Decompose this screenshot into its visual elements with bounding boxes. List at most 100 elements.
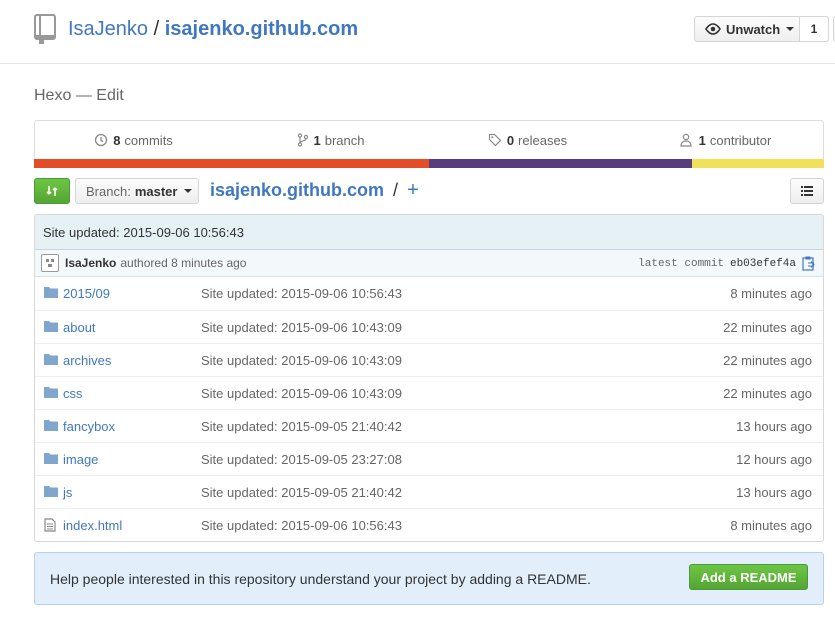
file-name-link[interactable]: 2015/09 <box>63 286 110 301</box>
releases-count: 0 <box>506 132 515 148</box>
repo-title-separator: / <box>153 18 160 40</box>
commits-label: commits <box>124 132 173 148</box>
unwatch-button[interactable]: Unwatch <box>694 16 800 42</box>
file-age: 22 minutes ago <box>723 385 812 401</box>
releases-label: releases <box>518 132 568 148</box>
file-commit-message[interactable]: Site updated: 2015-09-06 10:56:43 <box>201 518 402 533</box>
file-age: 8 minutes ago <box>730 517 812 533</box>
branches-count: 1 <box>313 132 321 148</box>
file-name-link[interactable]: image <box>63 452 98 467</box>
file-name-link[interactable]: archives <box>63 353 111 368</box>
branch-name: master <box>134 183 178 199</box>
latest-commit-message[interactable]: Site updated: 2015-09-06 10:56:43 <box>35 215 823 250</box>
file-commit-message[interactable]: Site updated: 2015-09-05 21:40:42 <box>201 419 402 434</box>
language-bar-segment[interactable] <box>429 159 693 168</box>
file-list-toggle-button[interactable] <box>790 178 824 204</box>
releases-link[interactable]: 0 releases <box>429 121 626 159</box>
file-commit-message[interactable]: Site updated: 2015-09-06 10:43:09 <box>201 353 402 368</box>
file-commit-message[interactable]: Site updated: 2015-09-06 10:43:09 <box>201 320 402 335</box>
repo-icon <box>33 13 57 45</box>
latest-commit-info: latest commit eb03efef4a <box>638 250 815 277</box>
branch-icon <box>297 133 308 147</box>
unwatch-label: Unwatch <box>726 21 781 37</box>
chevron-down-icon <box>184 189 193 193</box>
description-dash: — <box>75 87 92 104</box>
file-age: 12 hours ago <box>736 451 812 467</box>
file-commit-message[interactable]: Site updated: 2015-09-06 10:56:43 <box>201 286 402 301</box>
tag-icon <box>488 133 502 147</box>
table-row: image Site updated: 2015-09-05 23:27:08 12… <box>35 442 823 475</box>
language-bar[interactable] <box>34 159 824 168</box>
folder-icon <box>44 485 58 500</box>
clipboard-icon[interactable] <box>802 256 815 271</box>
new-file-button[interactable]: + <box>407 179 419 201</box>
breadcrumb: isajenko.github.com / + <box>210 179 419 201</box>
repo-owner-link[interactable]: IsaJenko <box>68 18 148 40</box>
file-age: 22 minutes ago <box>723 319 812 335</box>
commits-link[interactable]: 8 commits <box>35 121 232 159</box>
folder-icon <box>44 419 58 434</box>
history-icon <box>95 133 108 147</box>
file-age: 13 hours ago <box>736 484 812 500</box>
language-bar-segment[interactable] <box>692 159 824 168</box>
table-row: js Site updated: 2015-09-05 21:40:42 13 ho… <box>35 475 823 508</box>
people-icon <box>680 133 692 147</box>
table-row: css Site updated: 2015-09-06 10:43:09 22 m… <box>35 376 823 409</box>
language-bar-segment[interactable] <box>34 159 429 168</box>
file-age: 13 hours ago <box>736 418 812 434</box>
file-rows: 2015/09 Site updated: 2015-09-06 10:56:43… <box>35 277 823 541</box>
table-row: archives Site updated: 2015-09-06 10:43:0… <box>35 343 823 376</box>
repo-description: Hexo — Edit <box>34 87 124 105</box>
list-icon <box>801 186 813 196</box>
folder-icon <box>44 386 58 401</box>
folder-icon <box>44 353 58 368</box>
add-readme-button[interactable]: Add a README <box>689 564 808 590</box>
folder-icon <box>44 286 58 301</box>
watchers-count[interactable]: 1 <box>800 16 829 42</box>
file-age: 8 minutes ago <box>730 286 812 301</box>
commit-message-text[interactable]: Site updated: 2015-09-06 10:56:43 <box>43 225 244 240</box>
commit-sha-link[interactable]: eb03efef4a <box>730 258 796 270</box>
file-name-link[interactable]: about <box>63 320 96 335</box>
watch-group: Unwatch 1 <box>694 16 829 42</box>
file-name-link[interactable]: css <box>63 386 83 401</box>
file-commit-message[interactable]: Site updated: 2015-09-06 10:43:09 <box>201 386 402 401</box>
table-row: about Site updated: 2015-09-06 10:43:09 22… <box>35 310 823 343</box>
eye-icon <box>705 23 721 35</box>
commit-meta: IsaJenko authored 8 minutes ago latest c… <box>35 250 823 277</box>
file-icon <box>44 518 56 535</box>
latest-commit-label: latest commit <box>638 257 724 270</box>
table-row: fancybox Site updated: 2015-09-05 21:40:4… <box>35 409 823 442</box>
branches-label: branch <box>324 132 365 148</box>
folder-icon <box>44 452 58 467</box>
repo-title: IsaJenko / isajenko.github.com <box>68 16 358 42</box>
file-age: 22 minutes ago <box>723 352 812 368</box>
file-table: Site updated: 2015-09-06 10:56:43 IsaJen… <box>34 214 824 542</box>
breadcrumb-slash: / <box>393 180 399 200</box>
file-commit-message[interactable]: Site updated: 2015-09-05 23:27:08 <box>201 452 402 467</box>
file-commit-message[interactable]: Site updated: 2015-09-05 21:40:42 <box>201 485 402 500</box>
folder-icon <box>44 320 58 335</box>
breadcrumb-root-link[interactable]: isajenko.github.com <box>210 180 384 200</box>
contributors-link[interactable]: 1 contributor <box>626 121 823 159</box>
table-row: index.html Site updated: 2015-09-06 10:56… <box>35 508 823 541</box>
repo-header: IsaJenko / isajenko.github.com Unwatch 1 <box>0 0 835 64</box>
edit-description-link[interactable]: Edit <box>96 87 124 104</box>
readme-prompt-text: Help people interested in this repositor… <box>50 570 591 587</box>
branches-link[interactable]: 1 branch <box>232 121 429 159</box>
commit-author-link[interactable]: IsaJenko <box>65 256 116 270</box>
commit-authored-text: authored 8 minutes ago <box>120 256 247 270</box>
file-name-link[interactable]: index.html <box>63 518 122 533</box>
branch-select-button[interactable]: Branch: master <box>75 178 199 204</box>
branch-prefix: Branch: <box>86 183 131 199</box>
avatar[interactable] <box>41 254 59 272</box>
file-name-link[interactable]: js <box>63 485 72 500</box>
repo-name-link[interactable]: isajenko.github.com <box>165 18 358 40</box>
compare-icon <box>46 186 58 196</box>
contributors-count: 1 <box>698 132 706 148</box>
compare-button[interactable] <box>34 178 70 204</box>
file-name-link[interactable]: fancybox <box>63 419 115 434</box>
table-row: 2015/09 Site updated: 2015-09-06 10:56:43… <box>35 277 823 310</box>
commits-count: 8 <box>113 132 121 148</box>
chevron-down-icon <box>786 27 795 31</box>
